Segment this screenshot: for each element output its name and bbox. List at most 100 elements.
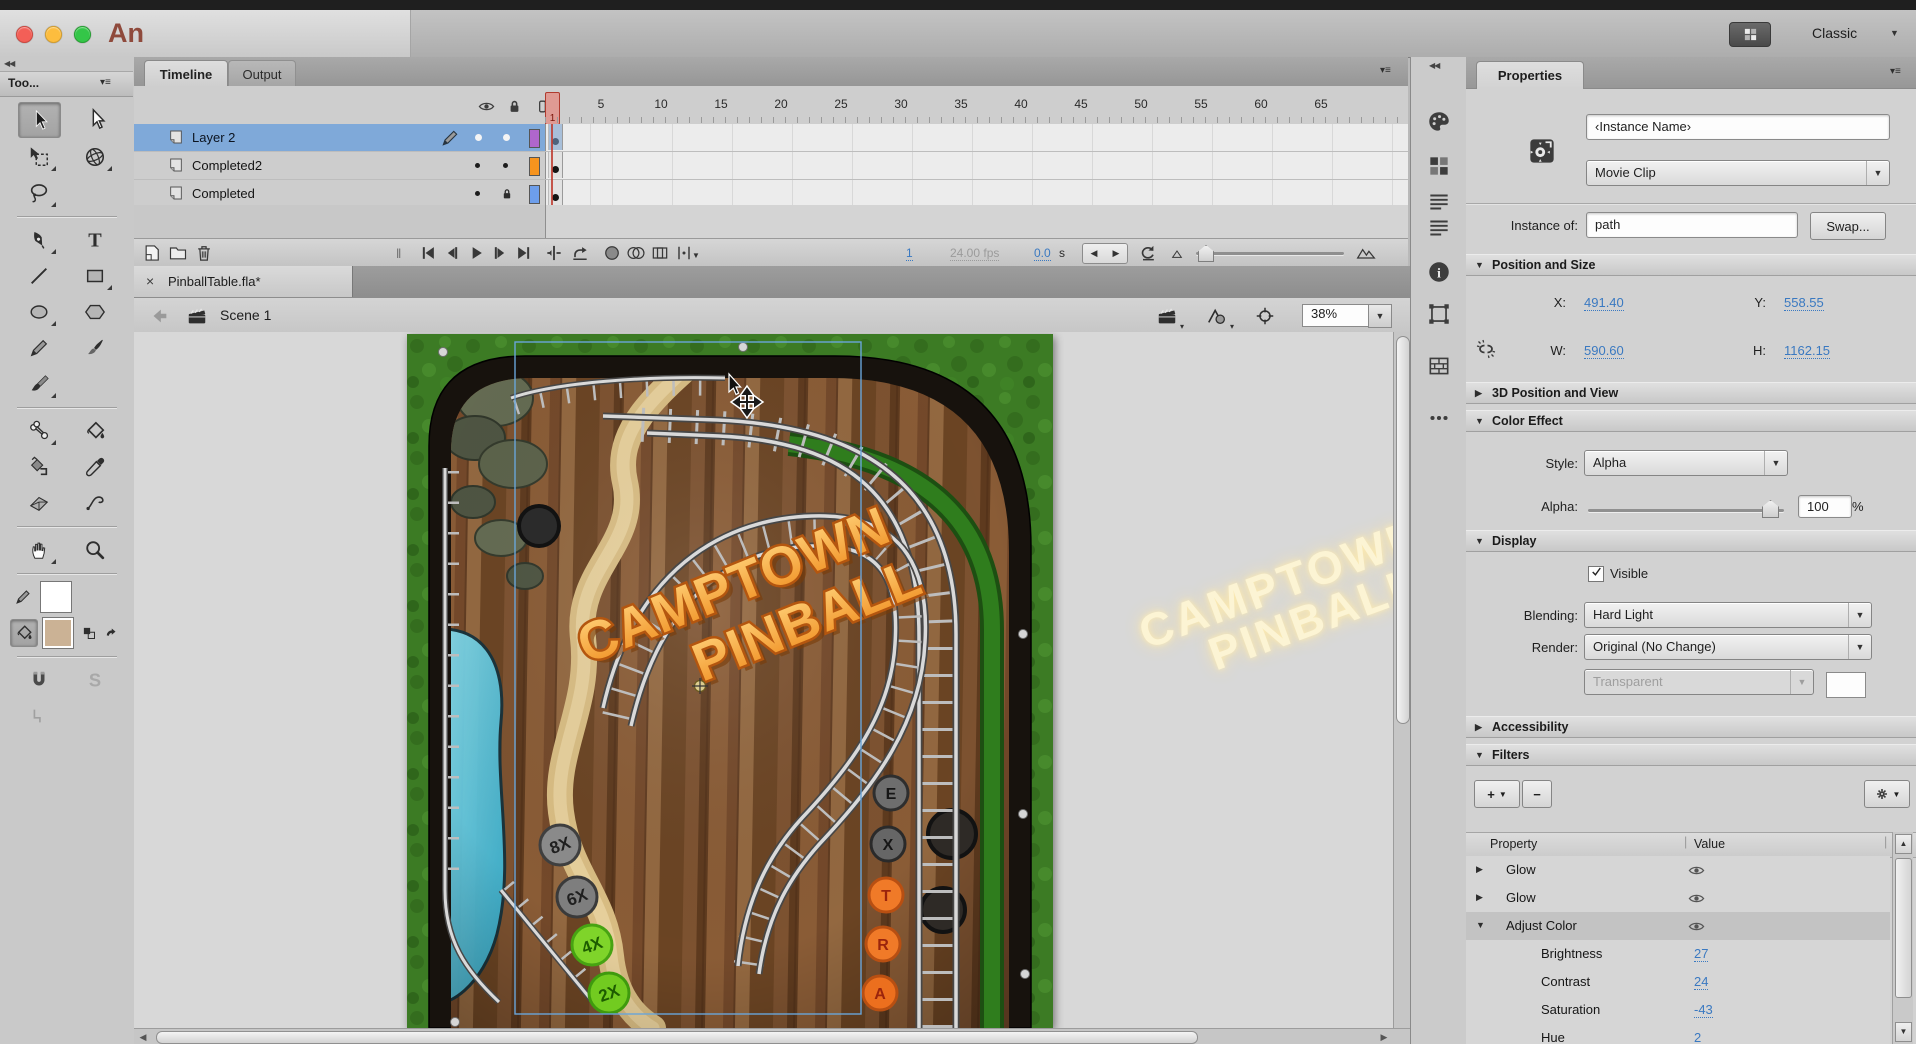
section-display[interactable]: ▼Display [1466,530,1916,552]
smooth-option-button[interactable]: S [74,663,115,697]
subselection-tool-button[interactable] [76,102,117,136]
new-layer-button[interactable] [142,243,162,263]
divider-handle[interactable]: ‖ [396,246,401,261]
stage-zoom-dropdown-button[interactable]: ▼ [1368,304,1392,328]
hue-value[interactable]: 2 [1694,1030,1701,1044]
lock-aspect-ratio-broken-link-icon[interactable] [1474,337,1498,361]
filter-param-row-contrast[interactable]: Contrast 24 [1466,968,1890,997]
library-panel-icon[interactable] [1426,353,1452,379]
stage-canvas[interactable]: CAMPTOWN PINBALL CAMPTOWN PINBALL 8X 6X … [407,334,1053,1028]
layer-outline-color-swatch[interactable] [529,129,540,148]
layer-lock-dot[interactable] [503,134,510,141]
expand-panels-button[interactable]: ◀◀ [1429,61,1439,70]
section-accessibility[interactable]: ▶Accessibility [1466,716,1916,738]
timeline-zoom-slider-thumb[interactable] [1198,245,1214,262]
edit-scene-button[interactable] [1156,305,1178,327]
saturation-value[interactable]: -43 [1694,1002,1713,1018]
section-position-and-size[interactable]: ▼Position and Size [1466,254,1916,276]
document-tab[interactable]: × PinballTable.fla* [134,266,353,297]
blending-dropdown[interactable]: Hard Light▼ [1584,602,1872,628]
layer-visibility-dot[interactable] [475,191,480,196]
collapse-tools-panel-button[interactable]: ◀◀ [4,59,14,68]
close-document-icon[interactable]: × [146,273,154,289]
instance-of-field[interactable]: path [1586,212,1798,238]
straighten-option-button[interactable] [18,699,59,733]
pasteboard[interactable]: CAMPTOWN PINBALL CAMPTOWN PINBALL 8X 6X … [134,332,1393,1028]
canvas-horizontal-scrollbar[interactable]: ◀ ▶ [134,1028,1410,1044]
vertical-scrollbar-thumb[interactable] [1396,336,1410,724]
playhead-line[interactable] [551,124,553,205]
workspace-dropdown-arrow-icon[interactable]: ▼ [1890,28,1899,38]
tools-panel-menu-button[interactable]: ▾≡ [100,77,111,88]
lock-all-layers-icon[interactable] [506,98,523,115]
scene-breadcrumb[interactable]: Scene 1 [220,307,271,323]
fill-bucket-icon[interactable] [10,619,38,647]
lasso-tool-button[interactable] [18,176,59,210]
filter-visibility-eye-icon[interactable] [1688,890,1705,907]
layer-frames-track[interactable] [546,124,1408,151]
layer-name[interactable]: Completed [192,186,255,201]
delete-layer-button[interactable] [194,243,214,263]
scroll-left-arrow-icon[interactable]: ◀ [136,1031,150,1043]
brush-tool-button[interactable] [18,367,59,401]
x-value[interactable]: 491.40 [1584,295,1624,311]
new-folder-button[interactable] [168,243,188,263]
selection-tool-button[interactable] [18,102,61,138]
back-arrow-icon[interactable] [148,305,170,327]
symbol-type-dropdown[interactable]: Movie Clip▼ [1586,160,1890,186]
center-playhead-button[interactable] [544,243,564,263]
info-panel-icon[interactable]: i [1426,259,1452,285]
swap-button[interactable]: Swap... [1810,212,1886,240]
tab-output[interactable]: Output [228,60,296,87]
onion-skin-button[interactable] [602,243,622,263]
zoom-window-button[interactable] [74,26,91,43]
layer-outline-color-swatch[interactable] [529,157,540,176]
show-hide-all-layers-icon[interactable] [478,98,495,115]
edit-symbols-button[interactable] [1206,305,1228,327]
add-filter-button[interactable]: +▼ [1474,780,1520,808]
frame-ruler[interactable] [545,117,1405,123]
edit-symbols-arrow-icon[interactable]: ▾ [1230,322,1234,331]
stage-zoom-input[interactable]: 38% [1302,304,1376,327]
filter-param-row-brightness[interactable]: Brightness 27 [1466,940,1890,969]
step-back-button[interactable] [442,243,462,263]
instance-name-input[interactable]: ‹Instance Name› [1586,114,1890,140]
horizontal-scrollbar-thumb[interactable] [156,1031,1198,1044]
black-white-colors-icon[interactable] [82,626,97,641]
visible-checkbox[interactable] [1588,566,1604,582]
filter-visibility-eye-icon[interactable] [1688,862,1705,879]
layer-frames-track[interactable] [546,180,1408,207]
brightness-value[interactable]: 27 [1694,946,1708,962]
filter-param-row-hue[interactable]: Hue 2 [1466,1024,1890,1044]
alpha-slider-track[interactable] [1588,509,1784,512]
tab-timeline[interactable]: Timeline [144,60,228,87]
snap-to-objects-toggle[interactable] [18,663,59,697]
color-panel-icon[interactable] [1426,109,1452,135]
filters-scrollbar-thumb[interactable] [1895,858,1912,998]
hand-tool-button[interactable] [18,533,59,567]
code-snippets-panel-icon[interactable] [1426,215,1452,241]
modify-markers-button[interactable] [674,243,694,263]
pencil-tool-button[interactable] [18,331,59,365]
remove-filter-button[interactable]: − [1522,780,1552,808]
layer-lock-dot[interactable] [503,163,508,168]
layer-row-completed2[interactable]: Completed2 [134,152,1408,180]
workspace-switcher-button[interactable] [1729,22,1771,47]
filter-row-glow-2[interactable]: ▶ Glow [1466,884,1890,913]
workspace-name-button[interactable]: Classic [1812,25,1857,41]
bone-tool-button[interactable] [18,414,59,448]
properties-panel-menu-button[interactable]: ▾≡ [1890,66,1901,77]
close-window-button[interactable] [16,26,33,43]
filter-visibility-eye-icon[interactable] [1688,918,1705,935]
center-frame-button[interactable] [1254,305,1276,327]
layer-visibility-dot[interactable] [475,134,482,141]
rectangle-tool-button[interactable] [74,259,115,293]
scroll-down-arrow-icon[interactable]: ▼ [1895,1022,1912,1042]
scroll-up-arrow-icon[interactable]: ▲ [1895,834,1912,854]
align-panel-icon[interactable] [1426,189,1452,215]
elapsed-time-value[interactable]: 0.0 [1034,246,1051,261]
line-tool-button[interactable] [18,259,59,293]
eyedropper-tool-button[interactable] [74,450,115,484]
paint-brush-tool-button[interactable] [74,331,115,365]
section-filters[interactable]: ▼Filters [1466,744,1916,766]
